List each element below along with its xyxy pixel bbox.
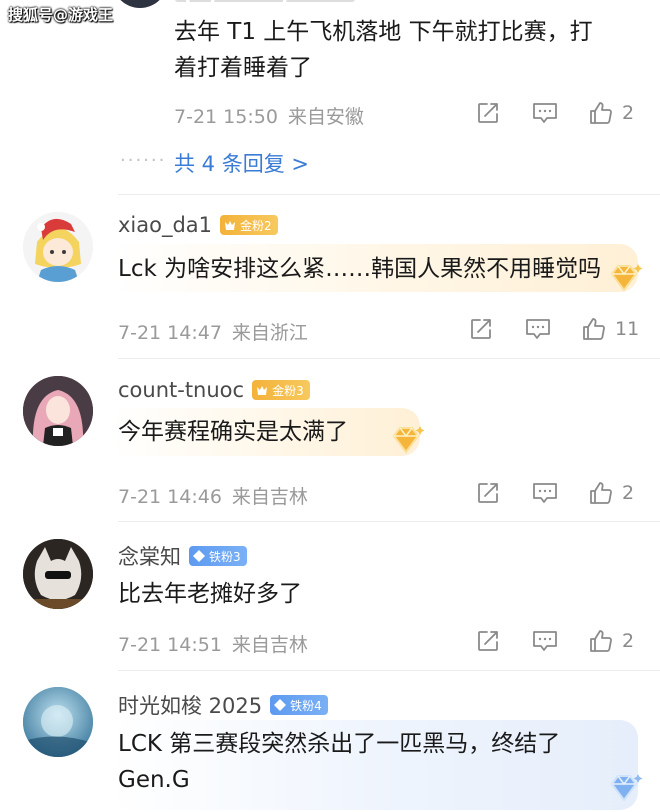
comment-location: 来自浙江 (231, 322, 308, 344)
comment-icon (526, 319, 550, 339)
share-button[interactable] (476, 629, 500, 653)
like-count: 2 (622, 102, 635, 124)
share-icon (478, 103, 498, 123)
user-line: 念棠知 铁粉3 (118, 541, 247, 571)
like-icon (583, 318, 605, 340)
like-count: 2 (622, 630, 635, 652)
comment-time: 7-21 14:47 (118, 322, 222, 344)
fan-badge: 铁粉3 (189, 546, 247, 566)
share-icon (471, 319, 491, 339)
reply-dots: ······ (120, 150, 167, 171)
comment-text-line: 着打着睡着了 (174, 55, 312, 81)
comment-time: 7-21 15:50 (174, 106, 278, 128)
crown-icon (225, 221, 236, 230)
view-replies-link[interactable]: 共 4 条回复 > (174, 148, 309, 178)
like-button[interactable]: 2 (588, 628, 634, 654)
crown-icon (257, 386, 268, 395)
comment-text: LCK 第三赛段突然杀出了一匹黑马，终结了 Gen.G (118, 726, 638, 798)
comment-time: 7-21 14:46 (118, 486, 222, 508)
comment-text: Lck 为啥安排这么紧……韩国人果然不用睡觉吗 (118, 256, 602, 282)
avatar[interactable] (23, 212, 93, 282)
comment-button[interactable] (525, 317, 551, 341)
like-icon (590, 482, 612, 504)
comment-button[interactable] (532, 101, 558, 125)
comment-time: 7-21 14:51 (118, 634, 222, 656)
avatar[interactable] (112, 0, 168, 8)
like-button[interactable]: 2 (588, 480, 634, 506)
user-line: xiao_da1 金粉2 (118, 213, 278, 237)
badge-label: 铁粉4 (290, 698, 322, 713)
comment-text-line: Gen.G (118, 767, 190, 793)
cut-off-username (175, 0, 365, 4)
username[interactable]: 时光如梭 2025 (118, 690, 262, 720)
share-icon (478, 483, 498, 503)
watermark: 搜狐号@游戏王 (8, 6, 114, 24)
like-icon (590, 102, 612, 124)
divider (118, 521, 660, 522)
user-line: 时光如梭 2025 铁粉4 (118, 690, 328, 720)
comment-button[interactable] (532, 481, 558, 505)
avatar[interactable] (23, 376, 93, 446)
comment-location: 来自吉林 (231, 486, 308, 508)
share-icon (478, 631, 498, 651)
badge-label: 金粉2 (240, 218, 272, 233)
user-line: count-tnuoc 金粉3 (118, 378, 310, 402)
comment-meta: 7-21 14:51 来自吉林 (118, 630, 308, 657)
comment-text: 去年 T1 上午飞机落地 下午就打比赛，打 着打着睡着了 (174, 14, 644, 86)
divider (118, 358, 660, 359)
like-button[interactable]: 11 (581, 316, 639, 342)
comment-text-line: LCK 第三赛段突然杀出了一匹黑马，终结了 (118, 731, 561, 757)
diamond-bubble-icon (604, 262, 644, 298)
comment-icon (533, 631, 557, 651)
diamond-bubble-icon (604, 772, 644, 808)
comment-meta: 7-21 14:46 来自吉林 (118, 482, 308, 509)
comment-text: 今年赛程确实是太满了 (118, 419, 348, 445)
diamond-icon (193, 550, 205, 562)
comment-button[interactable] (532, 629, 558, 653)
username[interactable]: 念棠知 (118, 541, 181, 571)
fan-badge: 金粉2 (220, 215, 278, 235)
comment-text: 比去年老摊好多了 (118, 581, 302, 607)
share-button[interactable] (476, 481, 500, 505)
comment-location: 来自吉林 (231, 634, 308, 656)
like-button[interactable]: 2 (588, 100, 634, 126)
comment-icon (533, 103, 557, 123)
username[interactable]: xiao_da1 (118, 213, 212, 237)
share-button[interactable] (469, 317, 493, 341)
avatar[interactable] (23, 687, 93, 757)
like-icon (590, 630, 612, 652)
like-count: 2 (622, 482, 635, 504)
badge-label: 铁粉3 (209, 549, 241, 564)
fan-badge: 铁粉4 (270, 695, 328, 715)
comment-icon (533, 483, 557, 503)
badge-label: 金粉3 (272, 383, 304, 398)
comment-location: 来自安徽 (287, 106, 364, 128)
avatar[interactable] (23, 539, 93, 609)
comment-text-line: 去年 T1 上午飞机落地 下午就打比赛，打 (174, 19, 593, 45)
diamond-bubble-icon (386, 424, 426, 460)
divider (118, 670, 660, 671)
like-count: 11 (615, 318, 640, 340)
comment-meta: 7-21 15:50 来自安徽 (174, 102, 364, 129)
fan-badge: 金粉3 (252, 380, 310, 400)
username[interactable]: count-tnuoc (118, 378, 244, 402)
divider (118, 194, 660, 195)
comment-meta: 7-21 14:47 来自浙江 (118, 318, 308, 345)
diamond-icon (274, 699, 287, 711)
share-button[interactable] (476, 101, 500, 125)
